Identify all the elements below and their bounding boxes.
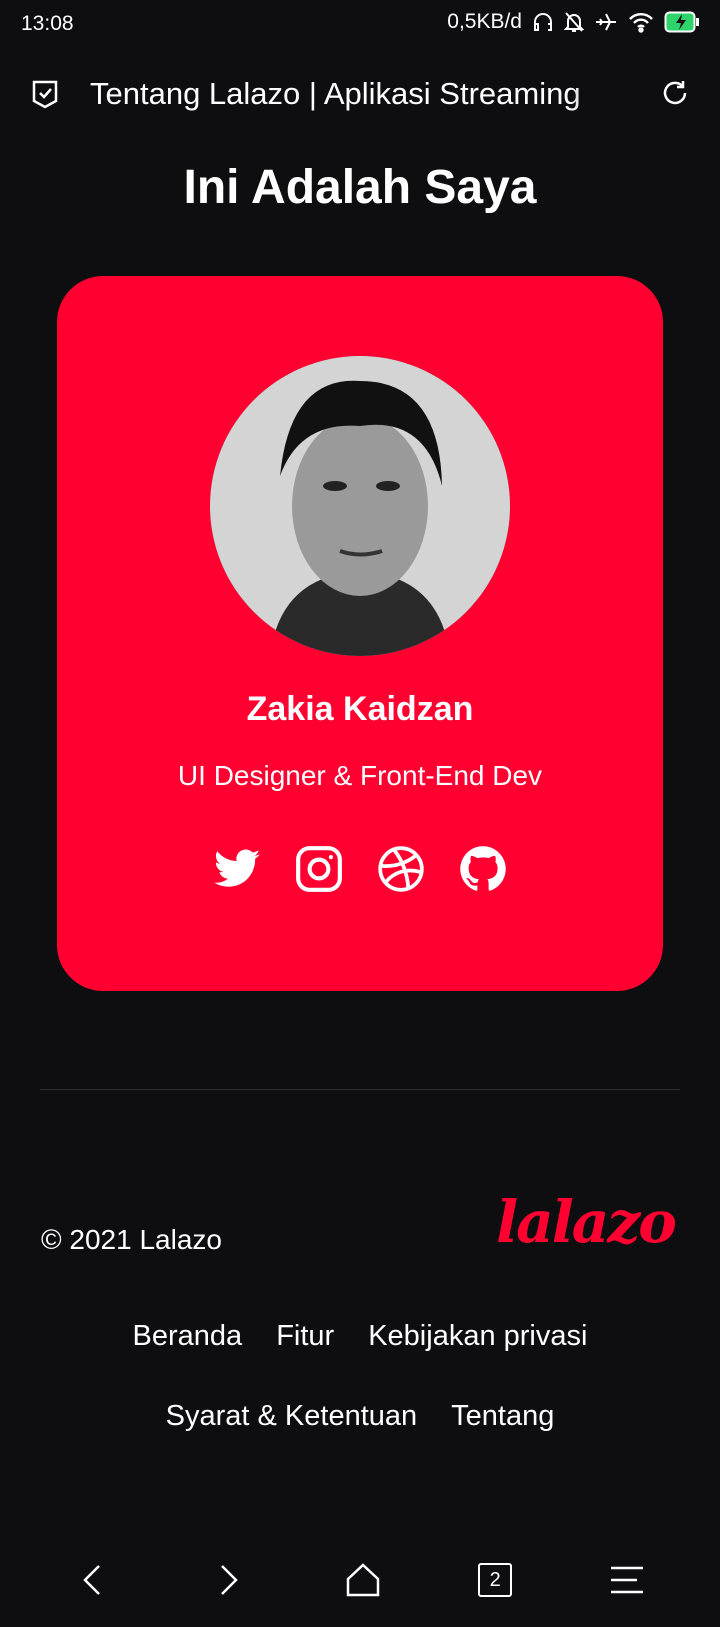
page-heading: Ini Adalah Saya — [183, 161, 537, 214]
lalazo-logo[interactable]: lalazo — [496, 1188, 677, 1256]
footer-link-syarat-ketentuan[interactable]: Syarat & Ketentuan — [166, 1400, 418, 1433]
dribbble-icon[interactable] — [376, 844, 426, 894]
social-links — [57, 844, 663, 894]
twitter-icon[interactable] — [212, 844, 262, 894]
tab-count: 2 — [489, 1568, 501, 1591]
footer-link-tentang[interactable]: Tentang — [451, 1400, 554, 1433]
bell-muted-icon — [564, 12, 584, 32]
footer-link-kebijakan-privasi[interactable]: Kebijakan privasi — [368, 1320, 587, 1353]
battery-charging-icon — [664, 11, 699, 33]
wifi-icon — [629, 13, 653, 33]
instagram-icon[interactable] — [294, 844, 344, 894]
browser-nav-bar: 2 — [0, 1545, 720, 1615]
reload-icon[interactable] — [660, 78, 690, 108]
footer-links-row-1: Beranda Fitur Kebijakan privasi — [0, 1320, 720, 1353]
footer-divider — [40, 1089, 680, 1090]
headphones-icon — [534, 13, 552, 31]
browser-title-bar: Tentang Lalazo | Aplikasi Streaming — [0, 70, 720, 118]
page-title[interactable]: Tentang Lalazo | Aplikasi Streaming — [90, 76, 625, 112]
back-icon[interactable] — [73, 1560, 113, 1600]
copyright: © 2021 Lalazo — [41, 1224, 222, 1255]
menu-icon[interactable] — [607, 1560, 647, 1600]
network-speed: 0,5KB/d — [447, 10, 522, 33]
airplane-icon — [596, 13, 616, 31]
footer-links-row-2: Syarat & Ketentuan Tentang — [0, 1400, 720, 1433]
footer-link-beranda[interactable]: Beranda — [133, 1320, 243, 1353]
profile-card: Zakia Kaidzan UI Designer & Front-End De… — [57, 276, 663, 991]
shield-check-icon[interactable] — [31, 79, 59, 109]
github-icon[interactable] — [458, 844, 508, 894]
clock: 13:08 — [21, 12, 74, 35]
status-bar: 13:08 0,5KB/d — [0, 0, 720, 48]
forward-icon[interactable] — [208, 1560, 248, 1600]
profile-role: UI Designer & Front-End Dev — [177, 760, 543, 791]
footer-link-fitur[interactable]: Fitur — [276, 1320, 334, 1353]
tabs-button[interactable]: 2 — [478, 1563, 513, 1597]
home-icon[interactable] — [343, 1560, 383, 1600]
profile-avatar — [210, 356, 510, 656]
profile-name: Zakia Kaidzan — [246, 690, 474, 728]
